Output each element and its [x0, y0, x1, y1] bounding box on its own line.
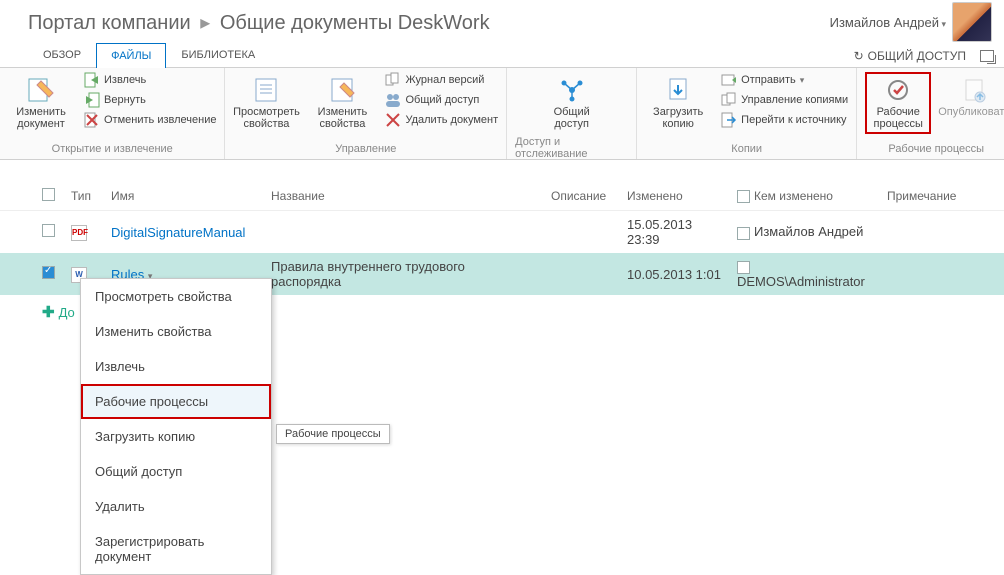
ribbon-group-open-label: Открытие и извлечение — [52, 141, 173, 159]
publish-button[interactable]: Опубликовать — [941, 72, 1004, 122]
col-name[interactable]: Имя — [103, 182, 263, 211]
ribbon-tabs: ОБЗОР ФАЙЛЫ БИБЛИОТЕКА ↻ ОБЩИЙ ДОСТУП — [0, 40, 1004, 68]
edit-properties-icon — [326, 76, 358, 104]
ribbon-group-share: Общий доступ Доступ и отслеживание — [507, 68, 637, 159]
workflows-button[interactable]: Рабочие процессы — [865, 72, 931, 134]
ctx-delete[interactable]: Удалить — [81, 489, 271, 524]
tab-library[interactable]: БИБЛИОТЕКА — [166, 42, 270, 67]
ctx-edit-properties[interactable]: Изменить свойства — [81, 314, 271, 349]
download-copy-button[interactable]: Загрузить копию — [645, 72, 711, 134]
checkin-icon — [84, 92, 100, 108]
ctx-workflows[interactable]: Рабочие процессы — [81, 384, 271, 419]
tab-files[interactable]: ФАЙЛЫ — [96, 43, 166, 68]
goto-source-button[interactable]: Перейти к источнику — [721, 112, 848, 128]
plus-icon: ✚ — [42, 303, 55, 321]
col-type[interactable]: Тип — [63, 182, 103, 211]
share-big-button[interactable]: Общий доступ — [539, 72, 605, 134]
col-modified-by[interactable]: Кем изменено — [729, 182, 879, 211]
breadcrumb-current: Общие документы DeskWork — [220, 12, 490, 34]
ctx-view-properties[interactable]: Просмотреть свойства — [81, 279, 271, 314]
edit-document-button[interactable]: Изменить документ — [8, 72, 74, 134]
cell-title: Правила внутреннего трудового распорядка — [263, 253, 543, 295]
filter-checkbox[interactable] — [737, 190, 750, 203]
ctx-register-document[interactable]: Зарегистрировать документ — [81, 524, 271, 574]
checkout-icon — [84, 72, 100, 88]
cell-modified: 10.05.2013 1:01 — [619, 253, 729, 295]
version-history-button[interactable]: Журнал версий — [385, 72, 498, 88]
share-icon — [556, 76, 588, 104]
cell-title — [263, 211, 543, 254]
view-properties-button[interactable]: Просмотреть свойства — [233, 72, 299, 134]
ribbon-group-workflows: Рабочие процессы Опубликовать Рабочие пр… — [857, 68, 1004, 159]
goto-source-icon — [721, 112, 737, 128]
people-icon — [385, 92, 401, 108]
manage-copies-button[interactable]: Управление копиями — [721, 92, 848, 108]
file-link[interactable]: DigitalSignatureManual — [111, 225, 245, 240]
send-button[interactable]: Отправить ▾ — [721, 72, 848, 88]
tab-overview[interactable]: ОБЗОР — [28, 42, 96, 67]
ribbon-group-copies-label: Копии — [731, 141, 762, 159]
breadcrumb-separator-icon: ▸ — [200, 12, 210, 34]
checkout-button[interactable]: Извлечь — [84, 72, 216, 88]
cell-modified-by: Измайлов Андрей — [754, 224, 863, 239]
ctx-checkout[interactable]: Извлечь — [81, 349, 271, 384]
ribbon-group-workflows-label: Рабочие процессы — [888, 141, 984, 159]
edit-document-icon — [25, 76, 57, 104]
page-header: Портал компании ▸ Общие документы DeskWo… — [0, 0, 1004, 40]
download-icon — [662, 76, 694, 104]
manage-copies-icon — [721, 92, 737, 108]
checkin-button[interactable]: Вернуть — [84, 92, 216, 108]
avatar[interactable] — [952, 2, 992, 42]
delete-document-button[interactable]: Удалить документ — [385, 112, 498, 128]
row-checkbox[interactable] — [42, 266, 55, 279]
workflows-icon — [882, 76, 914, 104]
ctx-download-copy[interactable]: Загрузить копию — [81, 419, 271, 454]
header-user-area: Измайлов Андрей ▾ — [830, 2, 992, 42]
col-note[interactable]: Примечание — [879, 182, 1004, 211]
chevron-down-icon: ▾ — [939, 19, 946, 29]
pdf-icon: PDF — [71, 225, 87, 241]
user-menu[interactable]: Измайлов Андрей ▾ — [830, 15, 946, 30]
col-desc[interactable]: Описание — [543, 182, 619, 211]
discard-checkout-button[interactable]: Отменить извлечение — [84, 112, 216, 128]
breadcrumb-root[interactable]: Портал компании — [28, 12, 191, 34]
row-user-checkbox[interactable] — [737, 261, 750, 274]
edit-properties-button[interactable]: Изменить свойства — [309, 72, 375, 134]
share-small-button[interactable]: Общий доступ — [385, 92, 498, 108]
focus-content-icon[interactable] — [980, 50, 994, 62]
discard-checkout-icon — [84, 112, 100, 128]
table-row[interactable]: PDF DigitalSignatureManual 15.05.2013 23… — [0, 211, 1004, 254]
col-title[interactable]: Название — [263, 182, 543, 211]
context-menu: Просмотреть свойства Изменить свойства И… — [80, 278, 272, 575]
ribbon-group-copies: Загрузить копию Отправить ▾ Управление к… — [637, 68, 857, 159]
ribbon: Изменить документ Извлечь Вернуть Отмени… — [0, 68, 1004, 160]
column-headers: Тип Имя Название Описание Изменено Кем и… — [0, 182, 1004, 211]
view-properties-icon — [250, 76, 282, 104]
row-user-checkbox[interactable] — [737, 227, 750, 240]
refresh-icon: ↻ — [854, 49, 864, 63]
cell-modified-by: DEMOS\Administrator — [737, 274, 865, 289]
publish-icon — [958, 76, 990, 104]
breadcrumb: Портал компании ▸ Общие документы DeskWo… — [28, 10, 490, 35]
row-checkbox[interactable] — [42, 224, 55, 237]
tooltip: Рабочие процессы — [276, 424, 390, 444]
select-all-checkbox[interactable] — [42, 188, 55, 201]
col-modified[interactable]: Изменено — [619, 182, 729, 211]
version-history-icon — [385, 72, 401, 88]
send-icon — [721, 72, 737, 88]
ribbon-group-manage: Просмотреть свойства Изменить свойства Ж… — [225, 68, 507, 159]
delete-icon — [385, 112, 401, 128]
ribbon-group-manage-label: Управление — [335, 141, 396, 159]
cell-modified: 15.05.2013 23:39 — [619, 211, 729, 254]
share-button[interactable]: ↻ ОБЩИЙ ДОСТУП — [854, 49, 966, 63]
ribbon-group-open: Изменить документ Извлечь Вернуть Отмени… — [0, 68, 225, 159]
ctx-share[interactable]: Общий доступ — [81, 454, 271, 489]
ribbon-group-share-label: Доступ и отслеживание — [515, 134, 628, 164]
